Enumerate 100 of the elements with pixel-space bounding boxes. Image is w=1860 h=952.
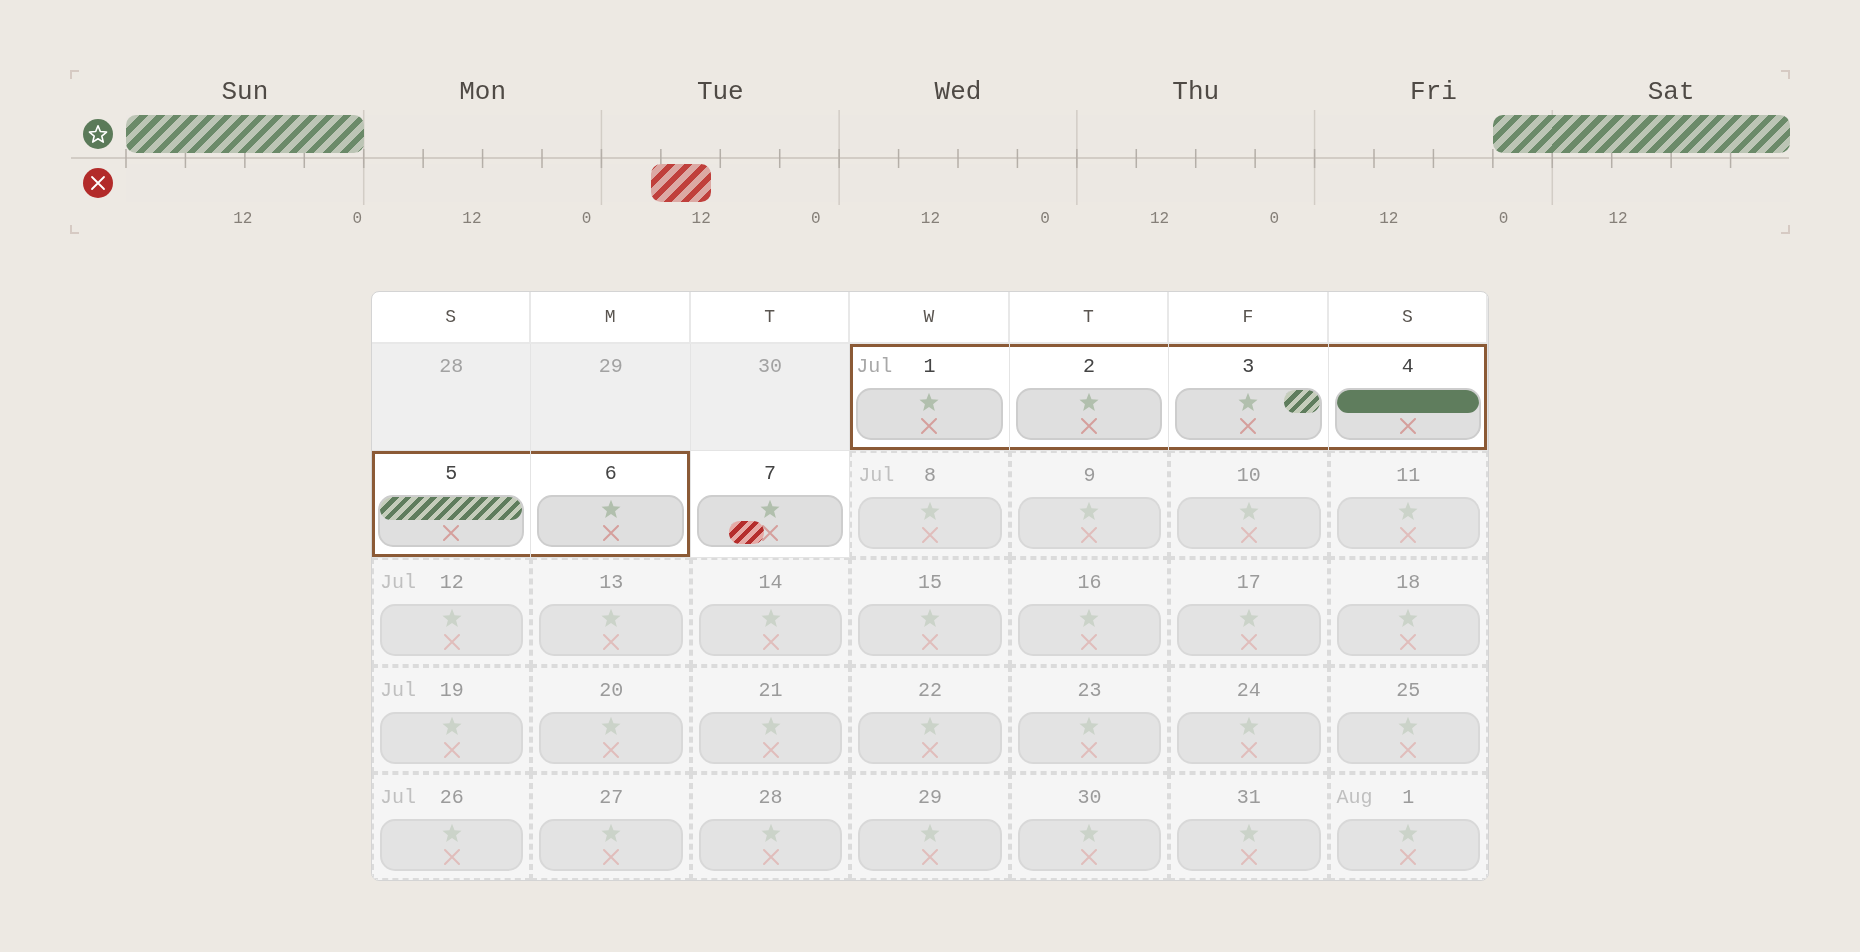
corner-mark <box>70 224 80 234</box>
star-icon <box>760 499 781 520</box>
star-icon <box>920 822 940 843</box>
cross-icon <box>762 848 779 865</box>
cross-icon <box>603 741 620 758</box>
star-icon <box>1238 822 1259 843</box>
date-number: 20 <box>599 677 624 704</box>
cross-icon <box>1081 634 1098 651</box>
day-label: Thu <box>1172 77 1220 107</box>
day-label: Mon <box>459 77 506 107</box>
date-number: 13 <box>599 570 624 597</box>
day-label: Wed <box>934 77 982 107</box>
cross-icon <box>443 741 460 758</box>
star-icon <box>1079 608 1100 629</box>
cross-icon <box>1400 634 1417 651</box>
cross-icon <box>602 525 619 542</box>
cross-icon <box>443 525 460 542</box>
tick-label: 0 <box>581 210 592 228</box>
cross-icon <box>1081 848 1098 865</box>
date-number: 23 <box>1077 677 1102 704</box>
cross-icon <box>603 848 620 865</box>
cross-icon <box>922 634 938 651</box>
date-number: 28 <box>439 354 464 380</box>
star-icon <box>1398 501 1419 522</box>
day-cell[interactable]: 5 <box>372 451 532 559</box>
date-number: 16 <box>1077 570 1102 597</box>
date-number: 30 <box>758 354 783 380</box>
cross-icon <box>1081 527 1098 544</box>
date-number: 12 <box>439 570 464 597</box>
date-number: 30 <box>1077 784 1102 811</box>
cross-icon <box>1400 848 1417 865</box>
star-icon <box>1238 501 1259 522</box>
cross-icon <box>443 634 460 651</box>
date-number: 15 <box>918 570 942 597</box>
star-icon <box>1238 608 1259 629</box>
day-cell[interactable]: 29 <box>531 344 691 452</box>
star-icon <box>919 392 940 412</box>
day-label: Sun <box>221 77 269 107</box>
day-cell[interactable]: 2 <box>1009 344 1170 452</box>
date-number: 19 <box>439 677 464 704</box>
cross-icon <box>922 527 938 544</box>
date-number: 9 <box>1083 463 1096 490</box>
tick-label: 0 <box>1040 210 1050 228</box>
tick-label: 0 <box>1269 210 1279 228</box>
cross-icon <box>1080 418 1097 434</box>
cross-icon <box>922 848 938 865</box>
day-label: Sat <box>1647 77 1695 107</box>
date-number: 22 <box>918 677 942 704</box>
day-cell[interactable]: Jul 1 <box>850 344 1010 452</box>
tick-label: 12 <box>462 210 482 228</box>
star-icon <box>920 715 940 736</box>
star-icon <box>1238 715 1259 736</box>
date-number: 24 <box>1236 677 1261 704</box>
tick-label: 12 <box>233 210 253 228</box>
star-icon <box>441 715 462 736</box>
date-number: 27 <box>599 784 624 811</box>
date-number: 10 <box>1236 463 1261 490</box>
day-label: Fri <box>1410 77 1457 107</box>
star-icon <box>441 608 462 629</box>
tick-label: 12 <box>1379 210 1399 228</box>
tick-label: 12 <box>1150 210 1170 228</box>
day-cell[interactable]: 30 <box>690 344 851 452</box>
date-number: 29 <box>598 354 623 380</box>
date-number: 3 <box>1242 354 1255 380</box>
cross-icon <box>1240 741 1257 758</box>
tick-label: 0 <box>810 210 821 228</box>
tick-label: 0 <box>1498 210 1509 228</box>
cross-icon <box>921 418 938 434</box>
day-cell[interactable]: 4 <box>1328 344 1488 452</box>
day-cell[interactable]: 6 <box>531 451 691 559</box>
date-number: 11 <box>1396 463 1421 490</box>
day-cell[interactable]: 3 <box>1169 344 1329 452</box>
cross-icon <box>1240 527 1257 544</box>
cross-icon <box>762 525 779 542</box>
cross-icon <box>1399 418 1416 434</box>
cross-icon <box>1240 418 1257 434</box>
star-icon <box>1398 822 1419 843</box>
star-icon <box>1079 501 1100 522</box>
star-icon <box>760 822 781 843</box>
star-icon <box>760 715 781 736</box>
cross-icon <box>922 741 938 758</box>
star-icon <box>601 608 622 629</box>
cross-icon <box>1400 741 1417 758</box>
star-icon <box>601 822 622 843</box>
month-label: Jul <box>856 354 893 380</box>
star-icon <box>920 608 940 629</box>
day-cell[interactable]: 28 <box>372 344 532 452</box>
date-number: 14 <box>758 570 783 597</box>
date-number: 25 <box>1396 677 1421 704</box>
cross-icon <box>762 634 779 651</box>
day-label: Tue <box>696 77 744 107</box>
star-icon <box>1398 608 1419 629</box>
corner-mark <box>1780 70 1790 80</box>
star-icon <box>441 822 462 843</box>
date-number: 1 <box>923 354 936 380</box>
star-icon <box>601 715 622 736</box>
date-number: 31 <box>1236 784 1261 811</box>
tick-label: 12 <box>691 210 711 228</box>
star-icon <box>1079 822 1100 843</box>
day-cell[interactable]: 7 <box>690 451 851 559</box>
